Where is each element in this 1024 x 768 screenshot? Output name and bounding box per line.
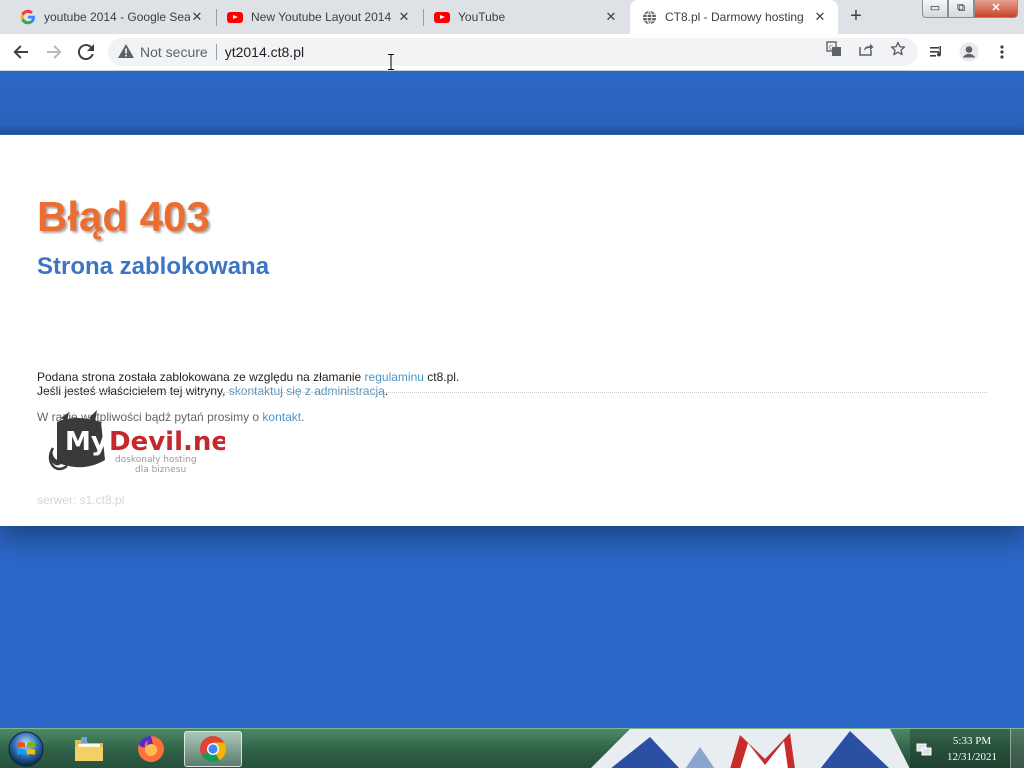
taskbar-firefox[interactable] [122, 731, 180, 767]
text-segment: Podana strona została zablokowana ze wzg… [37, 370, 365, 384]
error-title: Błąd 403 [37, 193, 210, 240]
tab-title: CT8.pl - Darmowy hosting [665, 10, 804, 24]
windows-orb-icon [8, 731, 44, 767]
logo-text-devil: Devil.net [109, 427, 225, 457]
server-label: serwer: s1.ct8.pl [37, 493, 125, 507]
browser-toolbar: Not secure yt2014.ct8.pl G [0, 34, 1024, 71]
owner-contact-text: Jeśli jesteś właścicielem tej witryny, s… [37, 384, 388, 398]
warning-triangle-icon [118, 43, 134, 61]
reload-button[interactable] [74, 40, 98, 64]
header-band [0, 72, 1024, 134]
url-text[interactable]: yt2014.ct8.pl [225, 44, 304, 60]
logo-tagline: doskonały hosting [115, 455, 197, 465]
terms-link[interactable]: regulaminu [365, 370, 424, 384]
back-button[interactable] [9, 40, 33, 64]
taskbar-explorer[interactable] [60, 731, 118, 767]
tab-ct8-active[interactable]: CT8.pl - Darmowy hosting ✕ [630, 0, 838, 34]
chrome-icon [200, 736, 227, 763]
forward-arrow-icon [47, 45, 62, 59]
contact-link[interactable]: kontakt [262, 410, 301, 424]
bookmark-star-icon[interactable] [889, 40, 907, 58]
youtube-icon [227, 9, 243, 25]
tab-new-youtube-layout[interactable]: New Youtube Layout 2014 ✕ [216, 0, 422, 34]
tab-title: youtube 2014 - Google Search [44, 10, 190, 24]
menu-kebab-icon[interactable] [990, 40, 1014, 64]
firefox-icon [138, 736, 164, 762]
close-tab-icon[interactable]: ✕ [396, 9, 412, 25]
contact-admin-link[interactable]: skontaktuj się z administracją [229, 384, 385, 398]
translate-icon[interactable]: G [825, 40, 843, 58]
forward-button[interactable] [42, 40, 66, 64]
taskbar-chrome[interactable] [184, 731, 242, 767]
system-clock[interactable]: 5:33 PM 12/31/2021 [938, 733, 1006, 765]
google-icon [20, 9, 36, 25]
text-segment: . [384, 384, 389, 398]
tab-title: New Youtube Layout 2014 [251, 10, 392, 24]
logo-tagline: dla biznesu [135, 465, 186, 475]
error-card: Błąd 403 Strona zablokowana Podana stron… [0, 135, 1024, 526]
media-playlist-icon[interactable] [925, 40, 949, 64]
share-icon[interactable] [857, 40, 875, 58]
text-cursor-icon [388, 54, 394, 70]
divider-dotted [37, 392, 987, 393]
clock-time: 5:33 PM [952, 735, 992, 747]
logo-text-my: My [65, 427, 108, 457]
close-tab-icon[interactable]: ✕ [603, 9, 619, 25]
text-segment: Jeśli jesteś właścicielem tej witryny, [37, 384, 229, 398]
tab-strip: youtube 2014 - Google Search ✕ New Youtu… [0, 0, 1024, 34]
show-desktop-button[interactable] [1010, 729, 1024, 768]
address-bar[interactable]: Not secure yt2014.ct8.pl [108, 38, 918, 66]
page-viewport: Błąd 403 Strona zablokowana Podana stron… [0, 72, 1024, 728]
tab-google-search[interactable]: youtube 2014 - Google Search ✕ [0, 0, 215, 34]
minimize-button[interactable]: ▭ [922, 0, 948, 18]
security-status-label[interactable]: Not secure [140, 44, 208, 60]
globe-icon [641, 9, 657, 25]
youtube-icon [434, 9, 450, 25]
new-tab-button[interactable]: + [846, 6, 866, 27]
close-tab-icon[interactable]: ✕ [189, 9, 205, 25]
wallpaper-peek [591, 729, 910, 768]
folder-icon [75, 737, 103, 761]
clock-date: 12/31/2021 [946, 751, 998, 763]
network-icon[interactable] [916, 741, 932, 762]
blocked-reason-text: Podana strona została zablokowana ze wzg… [37, 370, 459, 384]
close-window-button[interactable]: ✕ [974, 0, 1018, 18]
error-subtitle: Strona zablokowana [37, 253, 270, 280]
close-tab-icon[interactable]: ✕ [812, 9, 828, 25]
mydevil-logo[interactable]: My Devil.net doskonały hosting dla bizne… [45, 408, 225, 480]
start-button[interactable] [6, 730, 46, 768]
windows-taskbar: 5:33 PM 12/31/2021 [0, 728, 1024, 768]
reload-icon [78, 44, 94, 60]
back-arrow-icon [13, 45, 28, 59]
svg-text:G: G [829, 45, 834, 52]
profile-avatar-icon[interactable] [957, 40, 981, 64]
divider [215, 44, 217, 60]
tab-youtube[interactable]: YouTube ✕ [423, 0, 629, 34]
text-segment: . [301, 410, 305, 424]
maximize-button[interactable]: ⧉ [948, 0, 974, 18]
text-segment: ct8.pl. [423, 370, 460, 384]
tab-title: YouTube [458, 10, 506, 24]
window-controls: ▭ ⧉ ✕ [922, 0, 1018, 18]
